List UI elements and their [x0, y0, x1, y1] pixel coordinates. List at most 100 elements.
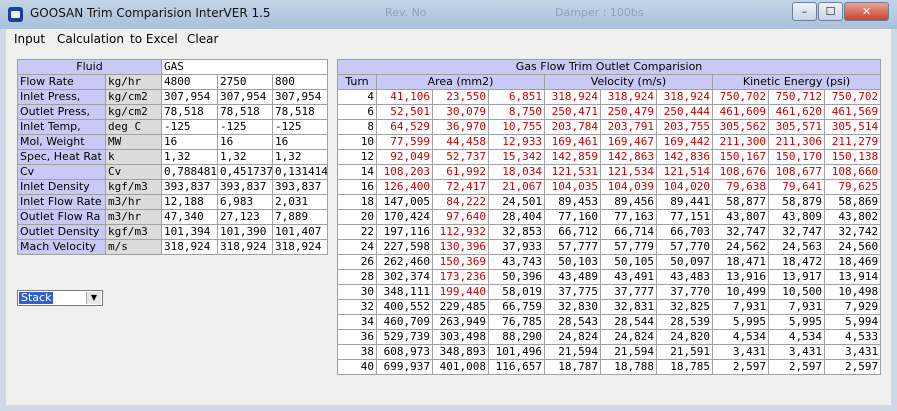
result-cell: 18,787 — [544, 359, 601, 375]
fluid-value-cell[interactable]: 1,32 — [217, 149, 273, 165]
fluid-value-cell[interactable]: 318,924 — [217, 239, 273, 255]
fluid-value-cell[interactable]: 4800 — [161, 74, 218, 90]
result-cell: 50,396 — [488, 269, 545, 285]
maximize-button[interactable]: ☐ — [818, 2, 843, 21]
result-cell: 97,640 — [432, 209, 489, 225]
fluid-value-cell[interactable]: 393,837 — [217, 179, 273, 195]
fluid-header-row: Fluid GAS — [17, 59, 329, 75]
fluid-value-cell[interactable]: 27,123 — [217, 209, 273, 225]
menu-input[interactable]: Input — [14, 32, 45, 46]
result-cell: 41,106 — [376, 89, 433, 105]
fluid-row-unit: m3/hr — [105, 209, 162, 225]
result-cell: 699,937 — [376, 359, 433, 375]
menu-calculation[interactable]: Calculation — [57, 32, 124, 46]
fluid-value-cell[interactable]: 78,518 — [217, 104, 273, 120]
fluid-value-cell[interactable]: 393,837 — [271, 179, 329, 195]
fluid-value-cell[interactable]: 16 — [271, 134, 329, 150]
fluid-value-cell[interactable]: -125 — [161, 119, 218, 135]
result-cell: 7,931 — [712, 299, 769, 315]
fluid-value-cell[interactable]: 2,031 — [271, 194, 329, 210]
comparison-title-row: Gas Flow Trim Outlet Comparision — [336, 59, 882, 75]
fluid-value-cell[interactable]: 393,837 — [161, 179, 218, 195]
fluid-row-unit: deg C — [105, 119, 162, 135]
fluid-value-cell[interactable]: 12,188 — [161, 194, 218, 210]
result-cell: 32,742 — [823, 224, 882, 240]
result-cell: 77,160 — [544, 209, 601, 225]
close-button[interactable]: ✕ — [844, 2, 889, 21]
result-cell: 52,737 — [432, 149, 489, 165]
result-cell: 43,809 — [768, 209, 825, 225]
fluid-row-label: Mol, Weight — [17, 134, 106, 150]
result-cell: 197,116 — [376, 224, 433, 240]
comparison-grid: Gas Flow Trim Outlet Comparision Turn Area… — [336, 59, 882, 375]
result-cell: 170,424 — [376, 209, 433, 225]
result-cell: 4,534 — [712, 329, 769, 345]
fluid-value-cell[interactable]: 307,954 — [217, 89, 273, 105]
result-cell: 5,994 — [823, 314, 882, 330]
fluid-row-label: Flow Rate — [17, 74, 106, 90]
table-row: 4 41,106 23,550 6,851 318,924 318,924 318,924 7… — [337, 89, 882, 105]
result-cell: 750,702 — [712, 89, 769, 105]
turn-cell: 30 — [337, 284, 377, 300]
fluid-header-value[interactable]: GAS — [160, 59, 329, 75]
result-cell: 32,853 — [488, 224, 545, 240]
fluid-value-cell[interactable]: 2750 — [217, 74, 273, 90]
menu-clear[interactable]: Clear — [187, 32, 218, 46]
result-cell: 18,471 — [712, 254, 769, 270]
fluid-value-cell[interactable]: 16 — [161, 134, 218, 150]
fluid-value-cell[interactable]: 318,924 — [271, 239, 329, 255]
result-cell: 461,620 — [768, 104, 825, 120]
fluid-value-cell[interactable]: 6,983 — [217, 194, 273, 210]
table-row: 24 227,598 130,396 37,933 57,777 57,779 57,770… — [337, 239, 882, 255]
fluid-value-cell[interactable]: 307,954 — [161, 89, 218, 105]
fluid-value-cell[interactable]: -125 — [217, 119, 273, 135]
fluid-row-unit: kg/cm2 — [105, 89, 162, 105]
result-cell: 89,456 — [600, 194, 657, 210]
combo-selected-value: Stack — [19, 291, 54, 304]
table-row: 18 147,005 84,222 24,501 89,453 89,456 89,441 5… — [337, 194, 882, 210]
result-cell: 104,039 — [600, 179, 657, 195]
trim-type-combo[interactable]: Stack ▼ — [17, 290, 103, 306]
table-row: Inlet Flow Rate m3/hr 12,188 6,983 2,031 — [17, 194, 329, 210]
turn-cell: 24 — [337, 239, 377, 255]
result-cell: 52,501 — [376, 104, 433, 120]
result-cell: 608,973 — [376, 344, 433, 360]
fluid-value-cell[interactable]: 0,788481 — [161, 164, 218, 180]
turn-cell: 8 — [337, 119, 377, 135]
fluid-value-cell[interactable]: 101,407 — [271, 224, 329, 240]
fluid-value-cell[interactable]: 307,954 — [271, 89, 329, 105]
result-cell: 79,641 — [768, 179, 825, 195]
fluid-row-unit: kg/cm2 — [105, 104, 162, 120]
fluid-value-cell[interactable]: 1,32 — [161, 149, 218, 165]
result-cell: 108,660 — [823, 164, 882, 180]
result-cell: 92,049 — [376, 149, 433, 165]
result-cell: 77,599 — [376, 134, 433, 150]
fluid-value-cell[interactable]: 47,340 — [161, 209, 218, 225]
menu-to-excel[interactable]: to Excel — [130, 32, 178, 46]
result-cell: 57,777 — [544, 239, 601, 255]
fluid-value-cell[interactable]: 7,889 — [271, 209, 329, 225]
fluid-value-cell[interactable]: 101,394 — [161, 224, 218, 240]
table-row: 38 608,973 348,893 101,496 21,594 21,594 21,59… — [337, 344, 882, 360]
result-cell: 2,597 — [768, 359, 825, 375]
fluid-value-cell[interactable]: 101,390 — [217, 224, 273, 240]
result-cell: 28,543 — [544, 314, 601, 330]
fluid-value-cell[interactable]: -125 — [271, 119, 329, 135]
result-cell: 50,105 — [600, 254, 657, 270]
fluid-value-cell[interactable]: 78,518 — [161, 104, 218, 120]
chevron-down-icon[interactable]: ▼ — [86, 292, 101, 304]
fluid-value-cell[interactable]: 800 — [271, 74, 329, 90]
fluid-value-cell[interactable]: 78,518 — [271, 104, 329, 120]
result-cell: 24,563 — [768, 239, 825, 255]
minimize-button[interactable]: – — [792, 2, 817, 21]
fluid-value-cell[interactable]: 0,131414 — [271, 164, 329, 180]
fluid-row-unit: m3/hr — [105, 194, 162, 210]
result-cell: 173,236 — [432, 269, 489, 285]
fluid-value-cell[interactable]: 318,924 — [161, 239, 218, 255]
fluid-value-cell[interactable]: 1,32 — [271, 149, 329, 165]
fluid-value-cell[interactable]: 0,451737 — [217, 164, 273, 180]
title-bar[interactable]: GOOSAN Trim Comparision InterVER 1.5 Rev… — [0, 0, 897, 29]
result-cell: 203,784 — [544, 119, 601, 135]
fluid-value-cell[interactable]: 16 — [217, 134, 273, 150]
turn-cell: 4 — [337, 89, 377, 105]
